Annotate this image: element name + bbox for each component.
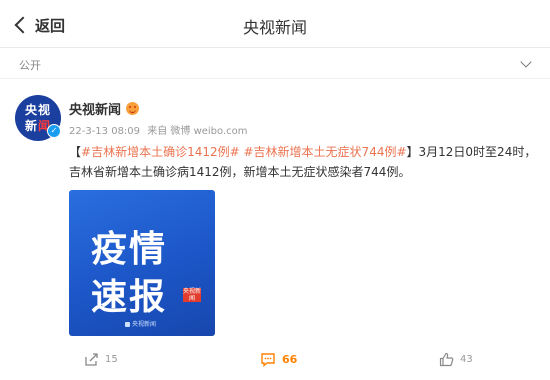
repost-button[interactable]: 15: [84, 352, 118, 367]
author-name-text: 央视新闻: [69, 103, 122, 118]
image-tag: 央视新闻: [183, 288, 202, 302]
visibility-label: 公开: [19, 59, 41, 72]
top-nav-bar: 返回 央视新闻: [0, 0, 550, 48]
like-count: 43: [460, 354, 473, 365]
expand-chevron-icon[interactable]: [520, 56, 532, 68]
post-meta: 22-3-13 08:09 来自 微博 weibo.com: [69, 122, 252, 137]
image-footer: 央视新闻: [125, 319, 156, 328]
topic-link-confirmed[interactable]: #吉林新增本土确诊1412例#: [81, 145, 240, 159]
action-bar: 15 66 43: [0, 346, 550, 374]
post-timestamp: 22-3-13 08:09: [69, 126, 141, 137]
like-icon: [439, 352, 454, 367]
post-image[interactable]: 疫情 速报 央视新闻 央视新闻: [69, 190, 215, 336]
verified-icon: ✓: [47, 124, 61, 138]
author-name[interactable]: 央视新闻: [69, 99, 140, 118]
repost-icon: [85, 353, 98, 366]
bracket-open: 【: [69, 145, 82, 159]
post-text: 【#吉林新增本土确诊1412例# #吉林新增本土无症状744例#】3月12日0时…: [69, 142, 541, 182]
visibility-row[interactable]: 公开: [0, 49, 550, 79]
weibo-post-page: 返回 央视新闻 公开 央视 新闻 ✓ 央视新闻 22-3-13 08:09 来自…: [0, 0, 550, 380]
image-text-line1: 疫情: [91, 229, 168, 270]
topic-link-asymptomatic[interactable]: #吉林新增本土无症状744例#: [244, 145, 407, 159]
comment-button[interactable]: 66: [260, 352, 297, 367]
page-title: 央视新闻: [242, 18, 307, 37]
repost-count: 15: [105, 354, 118, 365]
like-button[interactable]: 43: [439, 352, 473, 367]
comment-count: 66: [282, 353, 298, 366]
emoji-badge-icon: [126, 102, 140, 115]
avatar-text-line2a: 新: [24, 119, 38, 133]
avatar-text-line1: 央视: [24, 103, 51, 117]
post-source[interactable]: 来自 微博 weibo.com: [147, 126, 247, 137]
image-text-line2: 速报: [91, 277, 168, 318]
comment-icon: [261, 353, 275, 367]
